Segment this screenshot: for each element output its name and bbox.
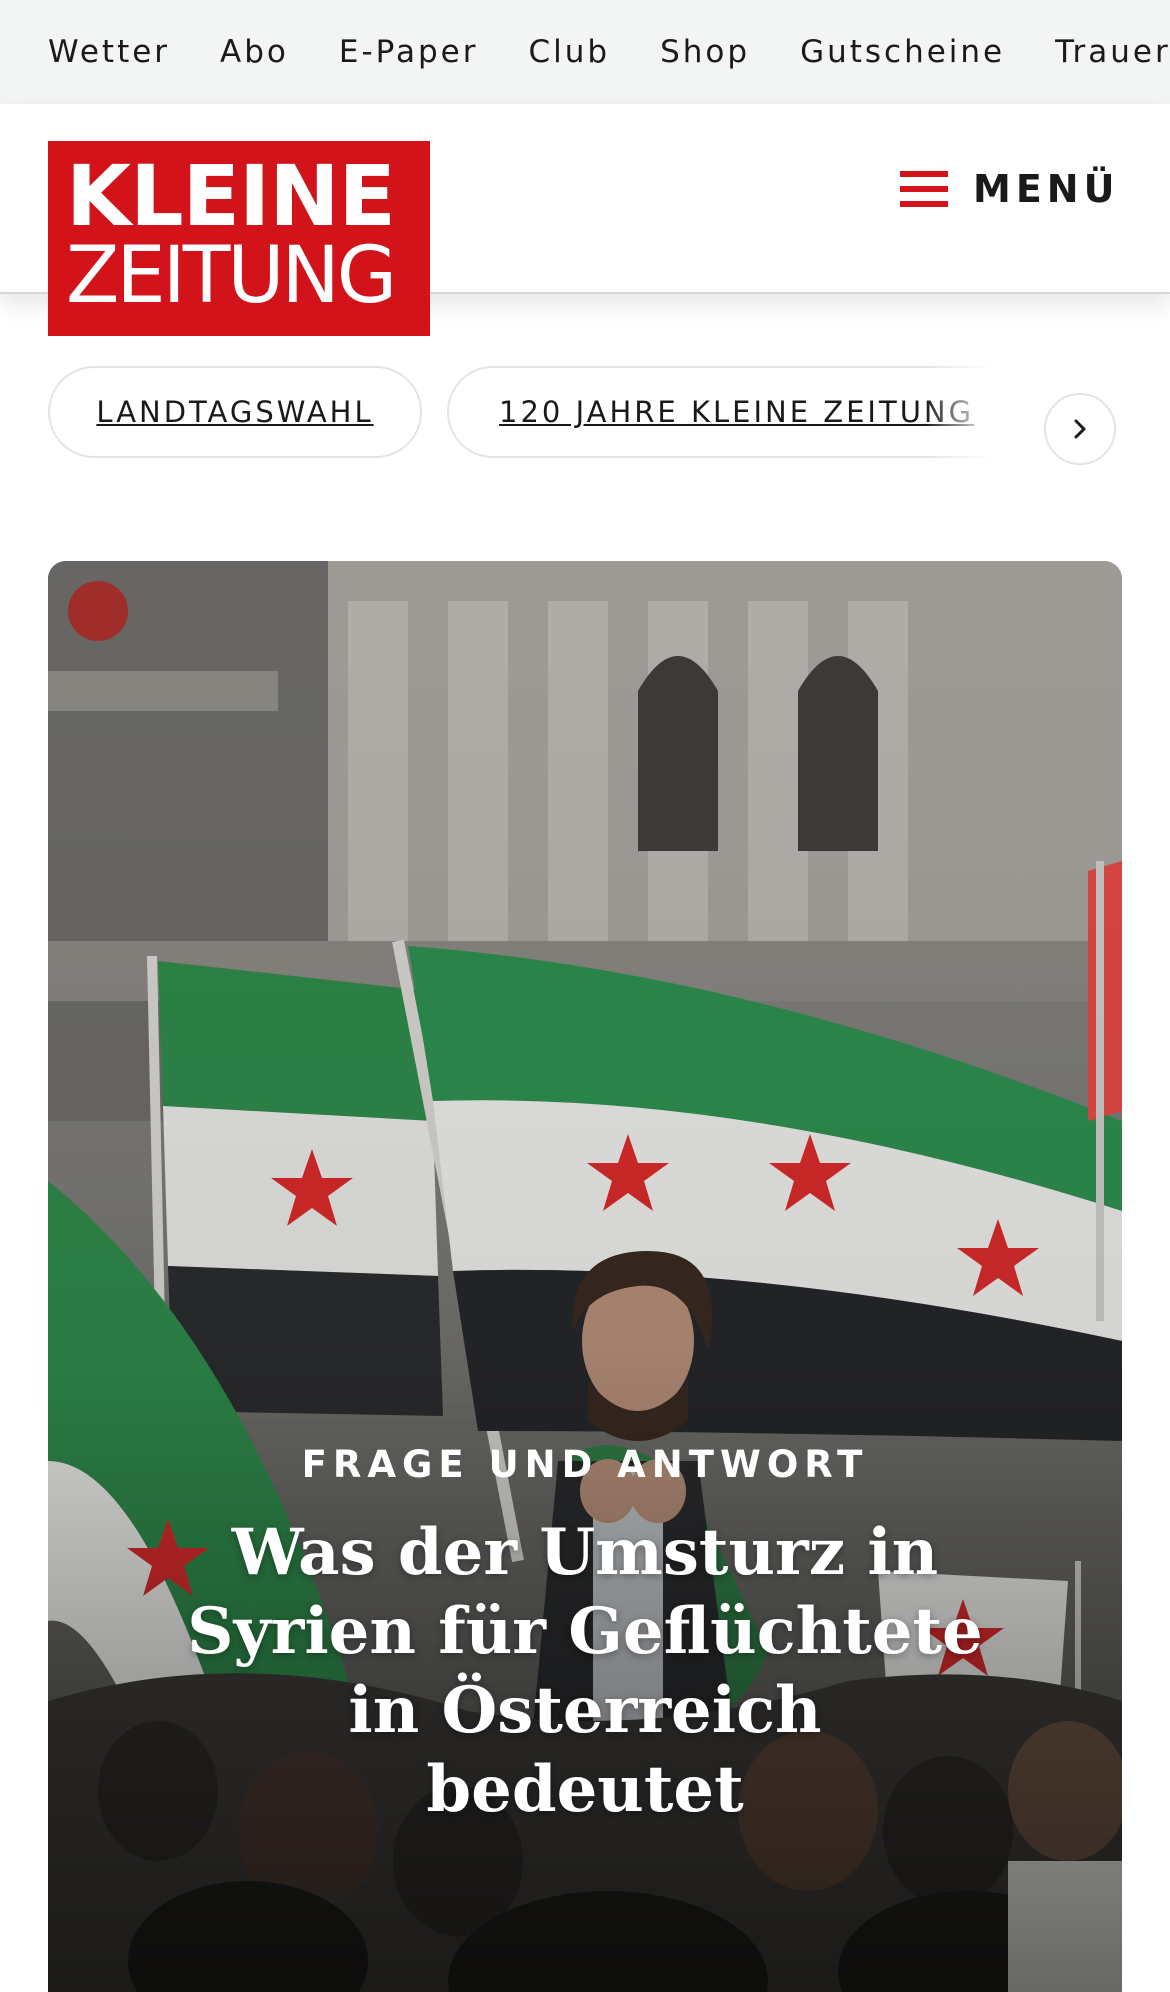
topic-chip-landtagswahl[interactable]: LANDTAGSWAHL bbox=[48, 366, 422, 458]
hero-teaser[interactable]: FRAGE UND ANTWORT Was der Umsturz in Syr… bbox=[48, 561, 1122, 1992]
brand-logo[interactable]: KLEINE ZEITUNG bbox=[48, 141, 430, 336]
logo-line-1: KLEINE bbox=[66, 147, 396, 245]
nav-link-gutscheine[interactable]: Gutscheine bbox=[800, 34, 1005, 70]
nav-link-shop[interactable]: Shop bbox=[660, 34, 750, 70]
hero-headline[interactable]: Was der Umsturz in Syrien für Geflüchtet… bbox=[185, 1513, 985, 1829]
nav-link-trauerportal[interactable]: Trauerportal bbox=[1055, 34, 1170, 70]
menu-button[interactable]: MENÜ bbox=[900, 159, 1119, 219]
utility-nav: Wetter Abo E-Paper Club Shop Gutscheine … bbox=[0, 0, 1170, 104]
topic-chip-label: LANDTAGSWAHL bbox=[96, 395, 374, 429]
topic-chip-label: 120 JAHRE KLEINE ZEITUNG bbox=[499, 395, 975, 429]
topic-chip-120-jahre[interactable]: 120 JAHRE KLEINE ZEITUNG bbox=[447, 366, 1007, 458]
hero-kicker: FRAGE UND ANTWORT bbox=[301, 1443, 869, 1486]
logo-line-2: ZEITUNG bbox=[66, 231, 397, 321]
utility-links: Wetter Abo E-Paper Club Shop Gutscheine … bbox=[48, 0, 1170, 104]
nav-link-abo[interactable]: Abo bbox=[220, 34, 289, 70]
chevron-right-icon bbox=[1074, 419, 1086, 439]
nav-link-epaper[interactable]: E-Paper bbox=[339, 34, 479, 70]
nav-link-club[interactable]: Club bbox=[528, 34, 610, 70]
topic-chips: LANDTAGSWAHL 120 JAHRE KLEINE ZEITUNG bbox=[0, 356, 1170, 468]
chips-next-button[interactable] bbox=[1044, 393, 1116, 465]
menu-label: MENÜ bbox=[973, 167, 1120, 211]
nav-link-wetter[interactable]: Wetter bbox=[48, 34, 170, 70]
hamburger-icon bbox=[900, 171, 948, 207]
masthead: KLEINE ZEITUNG MENÜ bbox=[0, 104, 1170, 336]
